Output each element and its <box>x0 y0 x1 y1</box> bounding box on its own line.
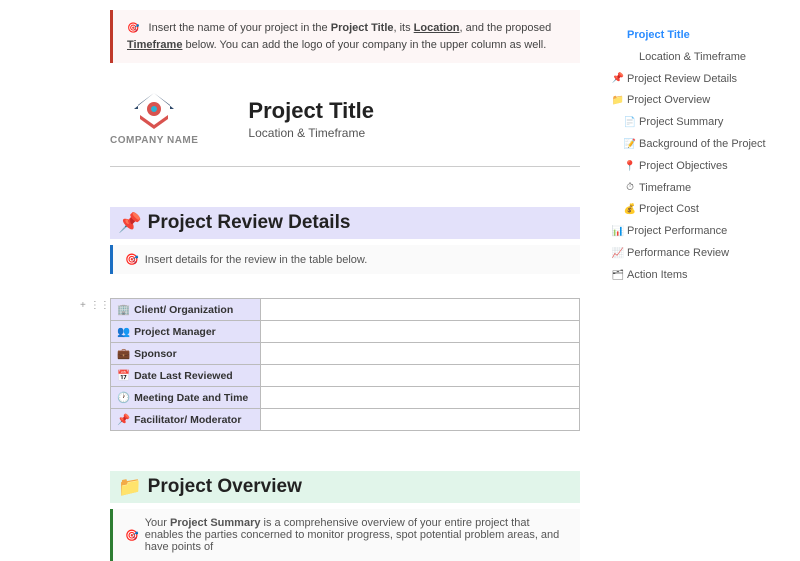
table-cell[interactable] <box>261 365 580 387</box>
outline-item[interactable]: 📄Project Summary <box>605 112 800 134</box>
callout-text: Insert the name of your project in the P… <box>127 22 551 51</box>
outline-item[interactable]: 💰Project Cost <box>605 199 800 221</box>
callout-text: Your Project Summary is a comprehensive … <box>145 517 568 553</box>
section-heading-text: Project Review Details <box>148 212 351 234</box>
briefcase-icon: 💼 <box>117 348 130 360</box>
table-cell[interactable] <box>261 299 580 321</box>
outline-item[interactable]: Project Title <box>605 25 800 47</box>
pin-icon: 📌 <box>117 414 130 426</box>
table-row: 🏢Client/ Organization <box>111 299 580 321</box>
drag-handle-icon[interactable]: ⋮⋮ <box>90 300 110 311</box>
details-table[interactable]: 🏢Client/ Organization 👥Project Manager 💼… <box>110 298 580 431</box>
dart-icon: 🎯 <box>125 253 139 266</box>
table-row: 📌Facilitator/ Moderator <box>111 409 580 431</box>
table-cell[interactable] <box>261 321 580 343</box>
money-icon: 💰 <box>623 201 637 219</box>
outline-item[interactable]: 📍Project Objectives <box>605 156 800 178</box>
page-icon: 📄 <box>623 114 637 132</box>
chart-icon: 📊 <box>611 223 625 241</box>
table-cell[interactable] <box>261 409 580 431</box>
clock-icon: ⏱ <box>623 179 637 197</box>
outline-item[interactable]: 🗂Action Items <box>605 265 800 287</box>
outline-item[interactable]: 📝Background of the Project <box>605 134 800 156</box>
calendar-icon: 📅 <box>117 370 130 382</box>
pushpin-icon: 📍 <box>623 158 637 176</box>
memo-icon: 📝 <box>623 136 637 154</box>
page-title: Project Title <box>248 98 374 124</box>
divider <box>110 166 580 167</box>
outline-item[interactable]: Location & Timeframe <box>605 47 800 69</box>
details-table-wrapper: + ⋮⋮ 🏢Client/ Organization 👥Project Mana… <box>110 298 580 431</box>
table-cell[interactable] <box>261 387 580 409</box>
company-name-label: COMPANY NAME <box>110 135 198 146</box>
folder-icon: 📁 <box>118 475 142 499</box>
clock-icon: 🕐 <box>117 392 130 404</box>
document-main: 🎯 Insert the name of your project in the… <box>0 0 600 561</box>
instruction-callout-review: 🎯 Insert details for the review in the t… <box>110 245 580 274</box>
outline-item[interactable]: 📈Performance Review <box>605 243 800 265</box>
pin-icon: 📌 <box>118 211 142 235</box>
instruction-callout-overview: 🎯 Your Project Summary is a comprehensiv… <box>110 509 580 561</box>
pin-icon: 📌 <box>611 70 625 88</box>
outline-item[interactable]: ⏱Timeframe <box>605 178 800 200</box>
card-icon: 🗂 <box>611 267 625 285</box>
table-row: 📅Date Last Reviewed <box>111 365 580 387</box>
building-icon: 🏢 <box>117 304 130 316</box>
table-row: 👥Project Manager <box>111 321 580 343</box>
section-heading-overview[interactable]: 📁 Project Overview <box>110 471 580 503</box>
document-header: COMPANY NAME Project Title Location & Ti… <box>110 91 580 146</box>
add-row-icon[interactable]: + <box>80 300 86 311</box>
dart-icon: 🎯 <box>127 23 139 34</box>
section-heading-review[interactable]: 📌 Project Review Details <box>110 207 580 239</box>
section-heading-text: Project Overview <box>148 476 302 498</box>
folder-icon: 📁 <box>611 92 625 110</box>
page-subtitle: Location & Timeframe <box>248 126 374 140</box>
chart-icon: 📈 <box>611 245 625 263</box>
house-logo-icon <box>130 91 178 129</box>
dart-icon: 🎯 <box>125 529 139 542</box>
callout-text: Insert details for the review in the tab… <box>145 254 368 266</box>
table-row: 🕐Meeting Date and Time <box>111 387 580 409</box>
instruction-callout-top: 🎯 Insert the name of your project in the… <box>110 10 580 63</box>
outline-item[interactable]: 📁Project Overview <box>605 90 800 112</box>
people-icon: 👥 <box>117 326 130 338</box>
company-logo[interactable]: COMPANY NAME <box>110 91 198 146</box>
table-row: 💼Sponsor <box>111 343 580 365</box>
title-block[interactable]: Project Title Location & Timeframe <box>248 98 374 140</box>
outline-item[interactable]: 📌Project Review Details <box>605 69 800 91</box>
row-controls[interactable]: + ⋮⋮ <box>80 300 110 311</box>
document-outline: Project Title Location & Timeframe 📌Proj… <box>605 25 800 287</box>
outline-item[interactable]: 📊Project Performance <box>605 221 800 243</box>
table-cell[interactable] <box>261 343 580 365</box>
